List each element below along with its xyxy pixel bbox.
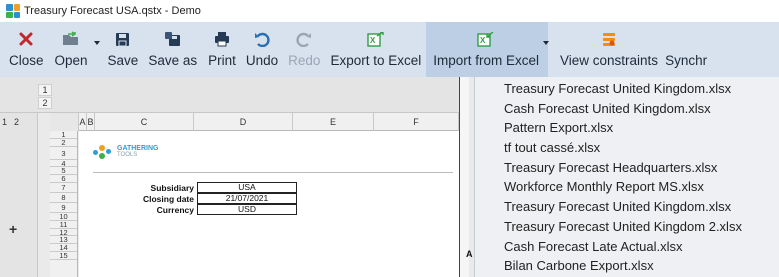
menu-item-file[interactable]: Treasury Forecast Headquarters.xlsx <box>475 158 779 178</box>
corner-cell[interactable] <box>50 113 79 131</box>
view-constraints-button[interactable]: View constraints <box>548 22 663 77</box>
row-header-cell[interactable]: 2 <box>50 138 77 147</box>
svg-text:X: X <box>480 36 486 45</box>
outline-level-2[interactable]: 2 <box>38 97 52 109</box>
row-outline-level-2[interactable]: 2 <box>14 117 19 127</box>
closing-date-label: Closing date <box>142 193 194 204</box>
row-outline-bar: 1 2 + <box>0 113 38 277</box>
row-header-cell[interactable]: 15 <box>50 252 77 260</box>
header-divider <box>93 172 453 173</box>
redo-button-label: Redo <box>288 53 321 68</box>
column-header-f[interactable]: F <box>374 113 459 131</box>
excel-export-icon: X <box>367 30 385 48</box>
excel-import-icon: X <box>477 30 495 48</box>
synchronize-label: Synchr <box>665 53 708 68</box>
printer-icon <box>214 30 230 48</box>
save-button[interactable]: Save <box>97 22 144 77</box>
row-outline-level-1[interactable]: 1 <box>2 117 7 127</box>
column-header: A B C D E F <box>50 113 459 131</box>
closing-date-value[interactable]: 21/07/2021 <box>197 193 297 204</box>
column-header-c[interactable]: C <box>95 113 194 131</box>
import-from-excel-label: Import from Excel <box>433 53 540 68</box>
row-header: 1 2 3 4 5 6 7 8 9 10 11 12 13 14 15 <box>50 131 78 277</box>
row-header-cell[interactable]: 8 <box>50 193 77 203</box>
save-icon <box>115 30 130 48</box>
synchronize-button[interactable]: Synchr <box>663 22 707 77</box>
column-header-b[interactable]: B <box>87 113 95 131</box>
folder-open-icon <box>62 30 80 48</box>
import-from-excel-button[interactable]: X Import from Excel <box>426 22 550 77</box>
menu-item-file[interactable]: Pattern Export.xlsx <box>475 118 779 138</box>
logo-text-line2: TOOLS <box>117 152 138 158</box>
currency-value[interactable]: USD <box>197 204 297 215</box>
redo-button[interactable]: Redo <box>283 22 325 77</box>
row-header-cell[interactable]: 6 <box>50 175 77 183</box>
menu-item-file[interactable]: Treasury Forecast United Kingdom.xlsx <box>475 79 779 99</box>
close-icon <box>19 30 33 48</box>
right-cell-label: A <box>466 249 473 259</box>
toolbar: Close Open Save Save as Print Undo Redo … <box>0 22 779 77</box>
title-bar: Treasury Forecast USA.qstx - Demo <box>0 0 779 22</box>
column-header-e[interactable]: E <box>293 113 374 131</box>
company-logo: GATHERING TOOLS <box>93 143 158 161</box>
undo-button-label: Undo <box>245 53 279 68</box>
window-title: Treasury Forecast USA.qstx - Demo <box>24 5 201 17</box>
subsidiary-label: Subsidiary <box>150 182 194 193</box>
column-header-a[interactable]: A <box>79 113 87 131</box>
app-window: Treasury Forecast USA.qstx - Demo Close … <box>0 0 779 277</box>
subsidiary-value[interactable]: USA <box>197 182 297 193</box>
view-constraints-label: View constraints <box>560 53 659 68</box>
currency-label: Currency <box>156 204 194 215</box>
open-button-label: Open <box>54 53 88 68</box>
menu-item-file[interactable]: Treasury Forecast United Kingdom.xlsx <box>475 197 779 217</box>
app-logo-icon <box>6 4 20 18</box>
sheet-right-frame <box>459 77 469 277</box>
row-header-cell[interactable]: 3 <box>50 147 77 160</box>
column-outline-bar: 1 2 <box>0 77 459 113</box>
logo-text-line1: GATHERING <box>117 145 159 152</box>
save-button-label: Save <box>107 53 139 68</box>
row-header-cell[interactable]: 7 <box>50 183 77 193</box>
menu-item-file[interactable]: Treasury Forecast United Kingdom 2.xlsx <box>475 217 779 237</box>
undo-icon <box>254 30 270 48</box>
redo-icon <box>296 30 312 48</box>
menu-item-file[interactable]: tf tout cassé.xlsx <box>475 138 779 158</box>
save-as-button-label: Save as <box>148 53 198 68</box>
subsidiary-row: Subsidiary USA <box>99 182 297 193</box>
undo-button[interactable]: Undo <box>241 22 283 77</box>
outline-level-1[interactable]: 1 <box>38 84 52 96</box>
gathering-tools-logo-icon <box>93 143 113 161</box>
export-to-excel-button[interactable]: X Export to Excel <box>325 22 426 77</box>
open-button[interactable]: Open <box>50 22 100 77</box>
currency-row: Currency USD <box>99 204 297 215</box>
menu-item-file[interactable]: Cash Forecast United Kingdom.xlsx <box>475 99 779 119</box>
save-as-button[interactable]: Save as <box>143 22 202 77</box>
save-as-icon <box>164 30 181 48</box>
menu-item-file[interactable]: Workforce Monthly Report MS.xlsx <box>475 177 779 197</box>
import-from-excel-menu: Treasury Forecast United Kingdom.xlsx Ca… <box>474 77 779 277</box>
menu-item-file[interactable]: Bilan Carbone Export.xlsx <box>475 256 779 276</box>
closing-date-row: Closing date 21/07/2021 <box>99 193 297 204</box>
print-button-label: Print <box>208 53 236 68</box>
column-header-d[interactable]: D <box>194 113 293 131</box>
constraints-icon <box>601 30 617 48</box>
print-button[interactable]: Print <box>202 22 241 77</box>
expand-group-icon[interactable]: + <box>9 221 17 237</box>
menu-item-file[interactable]: Cash Forecast Late Actual.xlsx <box>475 237 779 257</box>
svg-text:X: X <box>370 36 376 45</box>
export-to-excel-label: Export to Excel <box>330 53 422 68</box>
close-button[interactable]: Close <box>0 22 50 77</box>
close-button-label: Close <box>9 53 44 68</box>
sheet-canvas[interactable]: GATHERING TOOLS Subsidiary USA Closing d… <box>79 131 459 277</box>
